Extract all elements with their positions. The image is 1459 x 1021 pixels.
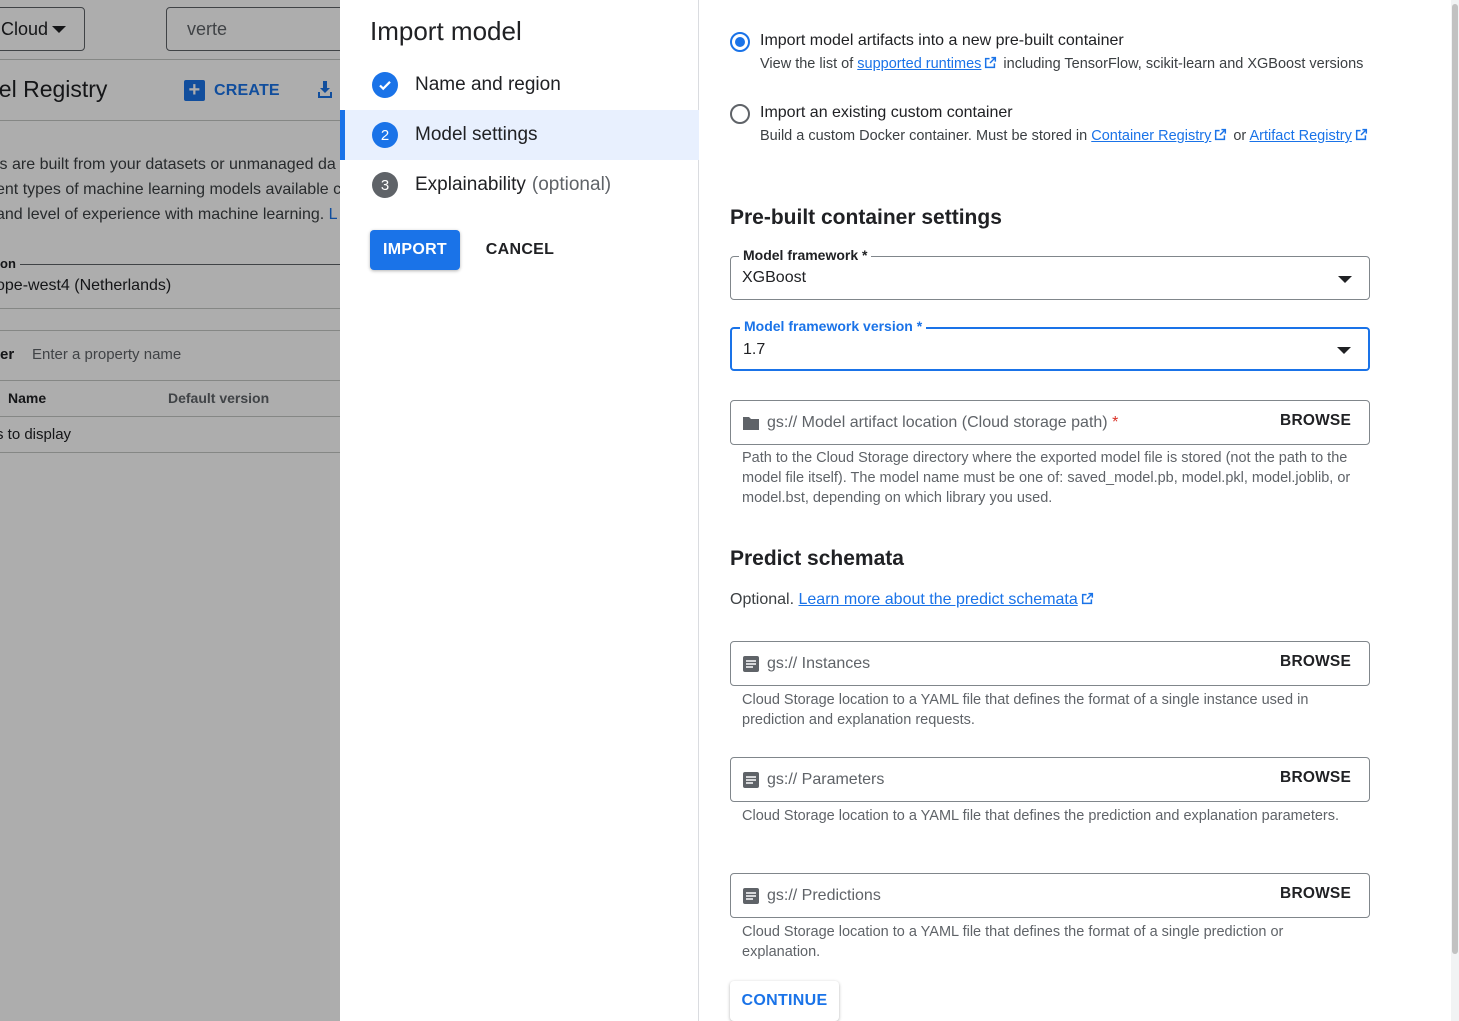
predictions-schema-input[interactable]: gs:// Predictions BROWSE [730, 873, 1370, 918]
browse-button[interactable]: BROWSE [1280, 653, 1351, 671]
radio-button-selected[interactable] [730, 32, 750, 52]
radio-sublabel: Build a custom Docker container. Must be… [760, 128, 1370, 144]
stepper-panel: Import model Name and region 2 Model set… [340, 0, 699, 1021]
browse-button[interactable]: BROWSE [1280, 412, 1351, 430]
container-registry-link[interactable]: Container Registry [1091, 128, 1211, 144]
modal-scrim[interactable] [0, 0, 340, 1021]
field-placeholder: gs:// Parameters [767, 771, 885, 788]
document-icon [743, 888, 759, 904]
external-link-icon [1081, 592, 1093, 605]
sublabel-text: or [1233, 128, 1247, 144]
field-placeholder: gs:// Model artifact location (Cloud sto… [767, 414, 1118, 432]
placeholder-text: gs:// Model artifact location (Cloud sto… [767, 414, 1108, 431]
radio-sublabel: View the list of supported runtimes incl… [760, 56, 1363, 72]
model-settings-panel: Import model artifacts into a new pre-bu… [700, 0, 1451, 1021]
external-link-icon [1215, 128, 1227, 141]
cancel-button[interactable]: CANCEL [480, 230, 560, 270]
parameters-schema-input[interactable]: gs:// Parameters BROWSE [730, 757, 1370, 802]
check-circle-icon [372, 72, 398, 98]
import-button[interactable]: IMPORT [370, 230, 460, 270]
step-name-and-region[interactable]: Name and region [340, 60, 699, 110]
dialog-title: Import model [370, 16, 522, 46]
section-heading-predict-schemata: Predict schemata [730, 547, 904, 570]
step-number: 3 [372, 172, 398, 198]
radio-button[interactable] [730, 104, 750, 124]
scrollbar[interactable] [1451, 0, 1459, 1021]
browse-button[interactable]: BROWSE [1280, 769, 1351, 787]
step-number: 2 [372, 122, 398, 148]
field-placeholder: gs:// Instances [767, 655, 871, 672]
supported-runtimes-link[interactable]: supported runtimes [857, 56, 981, 72]
folder-icon [743, 417, 759, 430]
field-label: Model framework version * [740, 318, 927, 334]
dropdown-arrow-icon [1337, 347, 1351, 354]
field-hint: Path to the Cloud Storage directory wher… [742, 450, 1351, 506]
step-optional-tag: (optional) [531, 174, 612, 195]
radio-label: Import an existing custom container [760, 104, 1013, 121]
optional-text: Optional. [730, 591, 795, 608]
learn-more-schemata-link[interactable]: Learn more about the predict schemata [799, 591, 1078, 608]
model-framework-version-select[interactable]: Model framework version * 1.7 [730, 318, 1370, 371]
schemata-optional-note: Optional. Learn more about the predict s… [730, 591, 1096, 609]
artifact-registry-link[interactable]: Artifact Registry [1250, 128, 1352, 144]
field-placeholder: gs:// Predictions [767, 887, 881, 904]
step-label: Explainability [415, 174, 526, 195]
step-model-settings[interactable]: 2 Model settings [340, 110, 699, 160]
document-icon [743, 656, 759, 672]
field-hint: Cloud Storage location to a YAML file th… [742, 808, 1340, 824]
required-marker: * [1112, 414, 1119, 431]
field-label: Model framework * [739, 247, 872, 263]
browse-button[interactable]: BROWSE [1280, 885, 1351, 903]
step-label: Name and region [415, 74, 561, 95]
model-artifact-location-input[interactable]: gs:// Model artifact location (Cloud sto… [730, 400, 1370, 445]
dropdown-arrow-icon [1338, 276, 1352, 283]
step-label: Model settings [415, 124, 538, 145]
step-explainability[interactable]: 3 Explainability (optional) [340, 160, 699, 210]
external-link-icon [985, 56, 997, 69]
background-page: Cloud verte del Registry + CREATE ls are… [0, 0, 340, 1021]
radio-label: Import model artifacts into a new pre-bu… [760, 32, 1124, 49]
model-framework-select[interactable]: Model framework * XGBoost [730, 247, 1370, 300]
instances-schema-input[interactable]: gs:// Instances BROWSE [730, 641, 1370, 686]
document-icon [743, 772, 759, 788]
external-link-icon [1355, 128, 1367, 141]
field-hint: Cloud Storage location to a YAML file th… [742, 924, 1284, 960]
sublabel-text: Build a custom Docker container. Must be… [760, 128, 1088, 144]
sublabel-text: View the list of [760, 56, 854, 72]
sublabel-text: including TensorFlow, scikit-learn and X… [1003, 56, 1364, 72]
continue-button[interactable]: CONTINUE [730, 981, 839, 1021]
section-heading-prebuilt: Pre-built container settings [730, 206, 1002, 229]
field-value: XGBoost [742, 269, 807, 286]
scrollbar-thumb[interactable] [1452, 4, 1458, 954]
field-value: 1.7 [743, 341, 766, 358]
field-hint: Cloud Storage location to a YAML file th… [742, 692, 1309, 728]
